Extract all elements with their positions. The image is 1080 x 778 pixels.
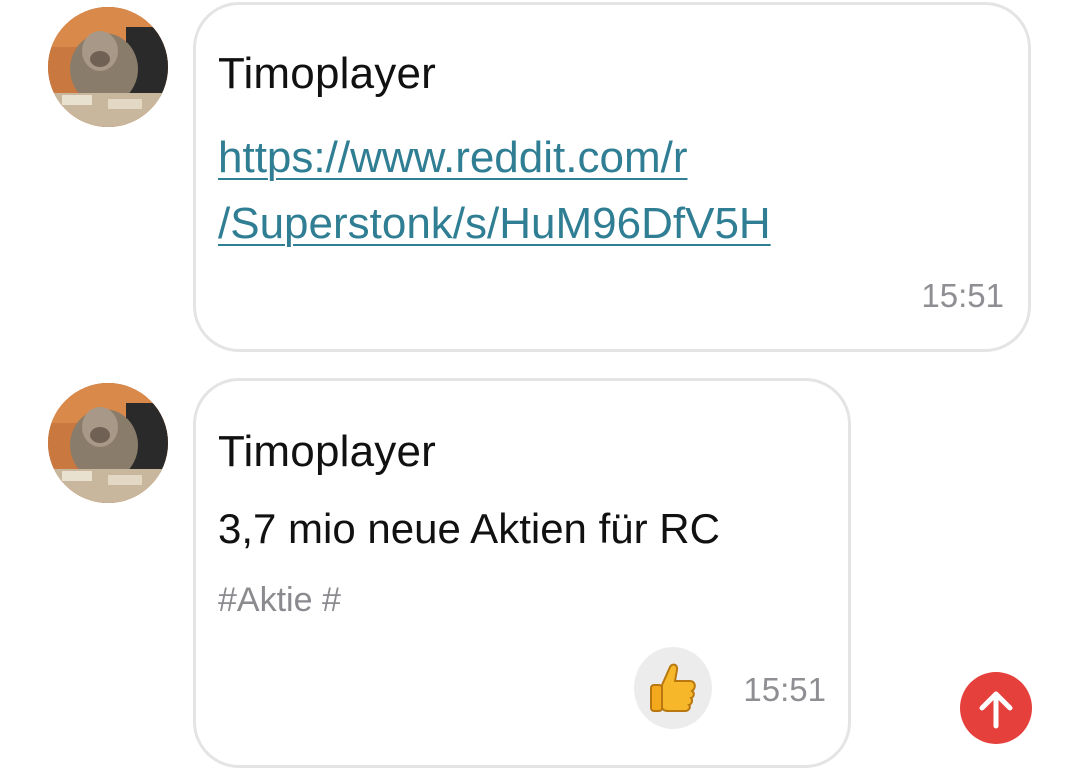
chat-view: Timoplayer https://www.reddit.com/r /Sup… [0,0,1080,778]
link-line: https://www.reddit.com/r [218,133,688,182]
sender-name: Timoplayer [218,49,436,98]
message-text: 3,7 mio neue Aktien für RC [218,505,720,552]
thumbs-up-icon [650,663,696,712]
message-bubble[interactable]: Timoplayer 3,7 mio neue Aktien für RC #A… [193,378,851,768]
reaction-badge[interactable] [634,647,712,729]
sender-avatar[interactable] [48,7,168,127]
message-hashtags[interactable]: #Aktie # [218,581,341,620]
sender-avatar[interactable] [48,383,168,503]
link-line: /Superstonk/s/HuM96DfV5H [218,199,771,248]
arrow-up-icon [979,691,1013,729]
message-link[interactable]: https://www.reddit.com/r /Superstonk/s/H… [218,125,918,257]
baboon-avatar-image [48,383,168,503]
message-timestamp: 15:51 [921,277,1004,314]
message-bubble[interactable]: Timoplayer https://www.reddit.com/r /Sup… [193,2,1031,352]
baboon-avatar-image [48,7,168,127]
sender-name: Timoplayer [218,427,436,476]
message-timestamp: 15:51 [743,671,826,708]
scroll-to-top-button[interactable] [960,672,1032,744]
